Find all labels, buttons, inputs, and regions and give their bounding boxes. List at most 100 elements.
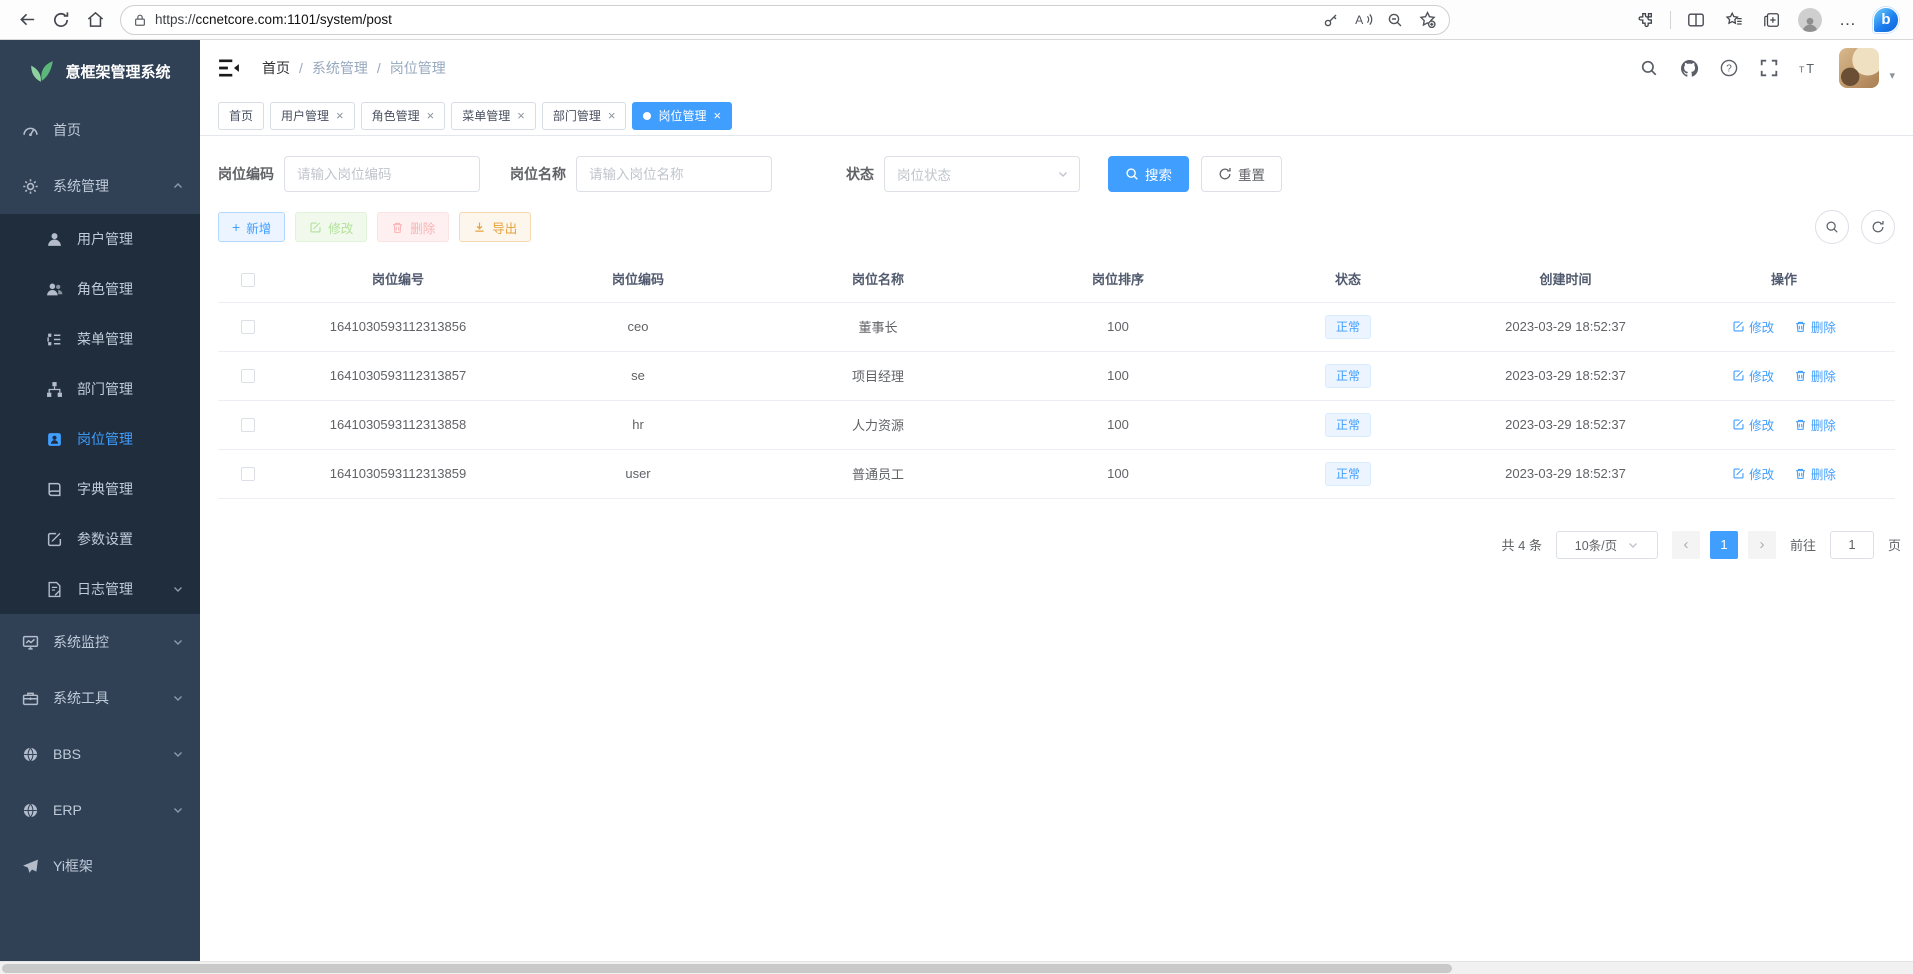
- dashboard-icon: [22, 122, 39, 139]
- page-number-button[interactable]: 1: [1710, 531, 1738, 559]
- sidebar-item-posts[interactable]: 岗位管理: [0, 414, 200, 464]
- delete-button[interactable]: 删除: [377, 212, 449, 242]
- tab-home[interactable]: 首页: [218, 102, 264, 130]
- row-edit-link[interactable]: 修改: [1732, 464, 1774, 483]
- chevron-down-icon: [172, 636, 184, 648]
- sidebar-item-erp[interactable]: ERP: [0, 782, 200, 838]
- breadcrumb-home[interactable]: 首页: [262, 58, 290, 78]
- help-button[interactable]: ?: [1719, 58, 1739, 78]
- post-name-input[interactable]: [576, 156, 772, 192]
- collections-button[interactable]: [1755, 4, 1789, 36]
- tab-menu-management[interactable]: 菜单管理 ×: [451, 102, 536, 130]
- browser-back-button[interactable]: [10, 4, 44, 36]
- sidebar-item-home[interactable]: 首页: [0, 102, 200, 158]
- row-checkbox[interactable]: [241, 467, 255, 481]
- horizontal-scrollbar[interactable]: [0, 961, 1913, 974]
- row-checkbox[interactable]: [241, 369, 255, 383]
- github-link[interactable]: [1679, 58, 1699, 78]
- row-delete-link[interactable]: 删除: [1794, 464, 1836, 483]
- tab-user-management[interactable]: 用户管理 ×: [270, 102, 355, 130]
- split-screen-button[interactable]: [1679, 4, 1713, 36]
- breadcrumb-system[interactable]: 系统管理: [312, 58, 368, 78]
- status-select[interactable]: 岗位状态: [884, 156, 1080, 192]
- row-delete-link[interactable]: 删除: [1794, 366, 1836, 385]
- post-code-input[interactable]: [284, 156, 480, 192]
- tab-post-management[interactable]: 岗位管理 ×: [632, 102, 732, 130]
- breadcrumb-current: 岗位管理: [390, 58, 446, 78]
- row-edit-link[interactable]: 修改: [1732, 366, 1774, 385]
- sidebar-item-system[interactable]: 系统管理: [0, 158, 200, 214]
- prev-page-button[interactable]: ‹: [1672, 531, 1700, 559]
- read-aloud-button[interactable]: A: [1349, 7, 1377, 33]
- browser-profile-button[interactable]: [1793, 4, 1827, 36]
- row-edit-link[interactable]: 修改: [1732, 415, 1774, 434]
- close-icon[interactable]: ×: [336, 109, 344, 122]
- sidebar-item-menus[interactable]: 菜单管理: [0, 314, 200, 364]
- edit-button[interactable]: 修改: [295, 212, 367, 242]
- table-row[interactable]: 1641030593112313859 user 普通员工 100 正常 202…: [218, 449, 1895, 498]
- breadcrumb-separator: /: [299, 60, 303, 76]
- row-delete-link[interactable]: 删除: [1794, 317, 1836, 336]
- tab-role-management[interactable]: 角色管理 ×: [361, 102, 446, 130]
- refresh-table-button[interactable]: [1861, 210, 1895, 244]
- user-avatar[interactable]: [1839, 48, 1879, 88]
- sidebar-collapse-button[interactable]: [218, 55, 244, 81]
- sidebar-item-roles[interactable]: 角色管理: [0, 264, 200, 314]
- row-edit-link[interactable]: 修改: [1732, 317, 1774, 336]
- close-icon[interactable]: ×: [713, 109, 721, 122]
- app-logo[interactable]: 意框架管理系统: [0, 40, 200, 102]
- breadcrumb-separator: /: [377, 60, 381, 76]
- tab-label: 首页: [229, 107, 253, 124]
- row-checkbox[interactable]: [241, 320, 255, 334]
- sidebar-item-users[interactable]: 用户管理: [0, 214, 200, 264]
- page-size-select[interactable]: 10条/页: [1556, 531, 1658, 559]
- header-search-button[interactable]: [1639, 58, 1659, 78]
- scrollbar-thumb[interactable]: [2, 964, 1452, 973]
- browser-home-button[interactable]: [78, 4, 112, 36]
- url-text[interactable]: https://ccnetcore.com:1101/system/post: [155, 12, 1309, 27]
- sidebar-item-tools[interactable]: 系统工具: [0, 670, 200, 726]
- favorites-button[interactable]: [1717, 4, 1751, 36]
- close-icon[interactable]: ×: [427, 109, 435, 122]
- github-icon: [1680, 59, 1699, 78]
- extensions-button[interactable]: [1628, 4, 1662, 36]
- row-checkbox[interactable]: [241, 418, 255, 432]
- sidebar-item-yi-framework[interactable]: Yi框架: [0, 838, 200, 894]
- sidebar-item-dictionary[interactable]: 字典管理: [0, 464, 200, 514]
- pager: ‹ 1 ›: [1672, 531, 1776, 559]
- avatar-caret-icon[interactable]: ▾: [1889, 69, 1895, 82]
- search-button[interactable]: 搜索: [1108, 156, 1189, 192]
- search-button-label: 搜索: [1145, 164, 1172, 184]
- goto-page-input[interactable]: [1830, 531, 1874, 559]
- add-button[interactable]: + 新增: [218, 212, 285, 242]
- sidebar-item-monitor[interactable]: 系统监控: [0, 614, 200, 670]
- table-row[interactable]: 1641030593112313856 ceo 董事长 100 正常 2023-…: [218, 302, 1895, 351]
- font-size-button[interactable]: TT: [1799, 58, 1819, 78]
- password-button[interactable]: [1317, 7, 1345, 33]
- select-all-checkbox[interactable]: [241, 273, 255, 287]
- table-row[interactable]: 1641030593112313857 se 项目经理 100 正常 2023-…: [218, 351, 1895, 400]
- browser-menu-button[interactable]: …: [1831, 4, 1865, 36]
- sidebar-item-bbs[interactable]: BBS: [0, 726, 200, 782]
- close-icon[interactable]: ×: [517, 109, 525, 122]
- address-bar[interactable]: https://ccnetcore.com:1101/system/post A: [120, 5, 1450, 35]
- browser-refresh-button[interactable]: [44, 4, 78, 36]
- show-search-toggle-button[interactable]: [1815, 210, 1849, 244]
- close-icon[interactable]: ×: [608, 109, 616, 122]
- export-button[interactable]: 导出: [459, 212, 531, 242]
- add-favorite-button[interactable]: [1413, 7, 1441, 33]
- row-delete-label: 删除: [1811, 317, 1836, 336]
- sidebar-item-logs[interactable]: 日志管理: [0, 564, 200, 614]
- row-delete-link[interactable]: 删除: [1794, 415, 1836, 434]
- edit-icon: [1732, 418, 1745, 431]
- sidebar-item-departments[interactable]: 部门管理: [0, 364, 200, 414]
- copilot-button[interactable]: b: [1869, 4, 1903, 36]
- table-row[interactable]: 1641030593112313858 hr 人力资源 100 正常 2023-…: [218, 400, 1895, 449]
- reset-button[interactable]: 重置: [1201, 156, 1282, 192]
- fullscreen-button[interactable]: [1759, 58, 1779, 78]
- sidebar-item-parameters[interactable]: 参数设置: [0, 514, 200, 564]
- next-page-button[interactable]: ›: [1748, 531, 1776, 559]
- zoom-out-button[interactable]: [1381, 7, 1409, 33]
- tab-department-management[interactable]: 部门管理 ×: [542, 102, 627, 130]
- post-badge-icon: [46, 431, 63, 448]
